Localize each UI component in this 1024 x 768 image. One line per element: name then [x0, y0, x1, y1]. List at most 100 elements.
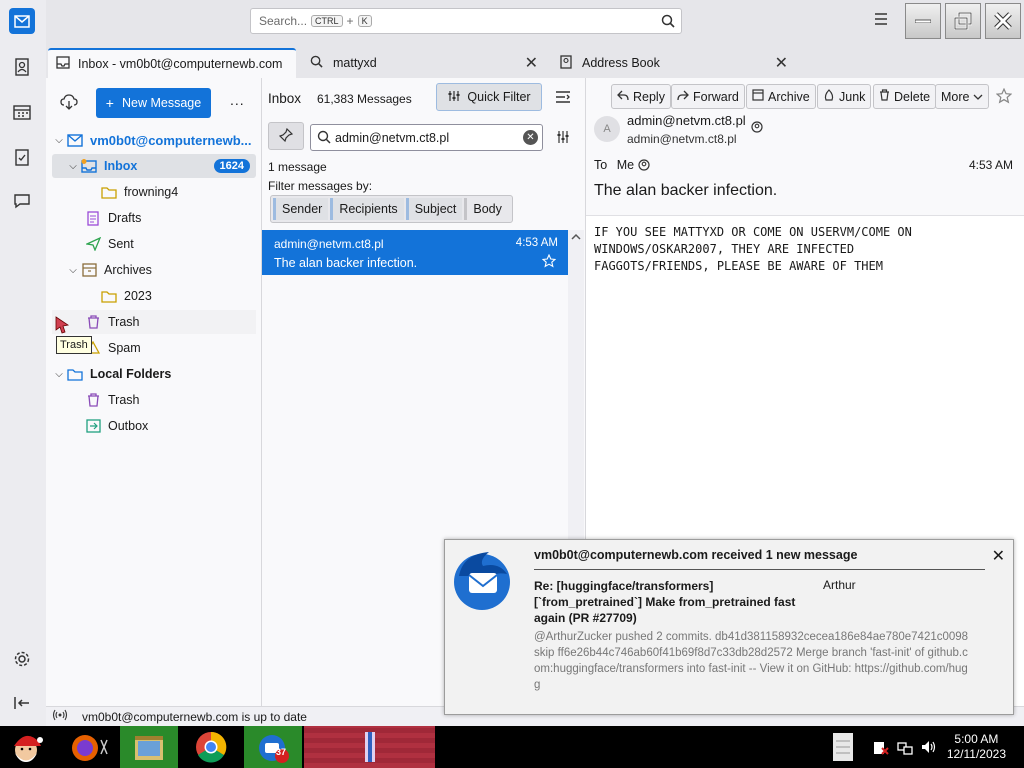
settings-gear-icon[interactable] — [9, 646, 35, 672]
app-menu-icon[interactable] — [874, 13, 888, 28]
new-message-button[interactable]: + New Message — [96, 88, 211, 118]
tasks-icon[interactable] — [9, 144, 35, 170]
file-manager-taskbar-icon[interactable] — [120, 726, 178, 768]
chip-sender[interactable]: Sender — [273, 198, 329, 220]
archive-button[interactable]: Archive — [746, 84, 816, 109]
taskbar: 37 5:00 AM 12/11/2023 — [0, 726, 1024, 768]
chrome-taskbar-icon[interactable] — [182, 726, 240, 768]
tab-label: Address Book — [582, 56, 660, 70]
chat-icon[interactable] — [9, 188, 35, 214]
archive-label: Archive — [768, 89, 810, 104]
trash-icon — [879, 89, 890, 104]
notification-subject: Re: [huggingface/transformers] [`from_pr… — [534, 579, 796, 625]
folder-archives[interactable]: ⌵ Archives — [52, 258, 256, 282]
folder-pane-more-button[interactable]: ... — [230, 92, 245, 108]
message-list-row[interactable]: admin@netvm.ct8.pl 4:53 AM The alan back… — [262, 230, 568, 275]
local-folder-outbox[interactable]: Outbox — [52, 414, 256, 438]
local-folder-trash[interactable]: Trash — [52, 388, 256, 412]
search-icon — [661, 14, 675, 31]
close-icon[interactable]: ✕ — [992, 546, 1005, 566]
folder-frowning4[interactable]: frowning4 — [52, 180, 256, 204]
notification-title: vm0b0t@computernewb.com received 1 new m… — [534, 548, 858, 562]
chip-recipients[interactable]: Recipients — [330, 198, 404, 220]
get-messages-icon[interactable] — [60, 94, 78, 113]
quick-filter-text-input[interactable]: admin@netvm.ct8.pl ✕ — [310, 124, 543, 151]
global-search-input[interactable]: Search... CTRL + K — [250, 8, 682, 34]
tab-bar: Inbox - vm0b0t@computernewb.com mattyxd … — [46, 44, 1024, 78]
archive-icon — [80, 262, 98, 278]
thunderbird-taskbar-icon[interactable]: 37 — [244, 726, 302, 768]
online-status-icon[interactable] — [52, 709, 68, 724]
tooltip: Trash — [56, 336, 92, 354]
restore-button[interactable] — [945, 3, 981, 39]
tab-label: Inbox - vm0b0t@computernewb.com — [78, 57, 283, 71]
account-mail-icon — [66, 132, 84, 148]
delete-button[interactable]: Delete — [873, 84, 937, 109]
chip-body[interactable]: Body — [464, 198, 508, 220]
display-options-icon[interactable] — [555, 90, 571, 107]
sender-name[interactable]: admin@netvm.ct8.pl — [627, 113, 746, 128]
network-icon[interactable] — [896, 726, 914, 768]
search-tab-icon — [310, 55, 323, 71]
to-label: To — [594, 158, 608, 172]
notification-preview: @ArthurZucker pushed 2 commits. db41d381… — [534, 631, 969, 691]
message-header: Reply Forward Archive Junk Delete More A… — [586, 78, 1024, 216]
firefox-taskbar-icon[interactable] — [58, 726, 116, 768]
close-window-button[interactable] — [985, 3, 1021, 39]
volume-icon[interactable] — [920, 726, 938, 768]
folder-icon — [100, 184, 118, 200]
local-folders-row[interactable]: ⌵ Local Folders — [52, 362, 256, 386]
folder-label: frowning4 — [124, 185, 179, 199]
drafts-icon — [84, 210, 102, 226]
chevron-down-icon — [973, 90, 983, 104]
start-button-santa-icon[interactable] — [4, 726, 48, 768]
close-tab-icon[interactable]: ✕ — [775, 53, 788, 73]
archive-icon — [752, 89, 764, 104]
close-tab-icon[interactable]: ✕ — [525, 53, 538, 73]
search-icon — [317, 130, 331, 147]
taskbar-window-button[interactable] — [304, 726, 435, 768]
reply-button[interactable]: Reply — [611, 84, 671, 109]
sender-address: admin@netvm.ct8.pl — [627, 132, 737, 146]
sticky-filter-button[interactable] — [268, 122, 304, 150]
clock-time: 5:00 AM — [954, 732, 999, 746]
shortcut-mod-key: CTRL — [311, 15, 343, 27]
forward-button[interactable]: Forward — [671, 84, 745, 109]
more-button[interactable]: More — [935, 84, 990, 109]
collapse-spaces-icon[interactable] — [9, 690, 35, 716]
recipient-line: To Me — [594, 158, 650, 172]
filter-options-icon[interactable] — [556, 130, 570, 147]
address-book-icon[interactable] — [9, 54, 35, 80]
junk-button[interactable]: Junk — [817, 84, 872, 109]
star-icon[interactable] — [995, 87, 1013, 107]
star-icon[interactable] — [541, 253, 557, 271]
trash-icon — [84, 314, 102, 330]
calendar-icon[interactable] — [9, 99, 35, 125]
folder-title: Inbox — [268, 91, 302, 106]
to-value[interactable]: Me — [617, 158, 634, 172]
folder-inbox[interactable]: ⌵ Inbox 1624 — [52, 154, 256, 178]
message-subject: The alan backer infection. — [594, 182, 778, 199]
tab-address-book[interactable]: Address Book ✕ — [552, 48, 794, 78]
status-text: vm0b0t@computernewb.com is up to date — [82, 709, 307, 724]
chip-subject[interactable]: Subject — [405, 198, 463, 220]
spaces-toolbar — [0, 0, 46, 726]
system-clock[interactable]: 5:00 AM 12/11/2023 — [947, 732, 1006, 762]
security-alert-icon[interactable] — [872, 726, 890, 768]
show-desktop-button[interactable] — [832, 726, 854, 768]
folder-sent[interactable]: Sent — [52, 232, 256, 256]
mail-icon[interactable] — [9, 8, 35, 34]
clear-filter-icon[interactable]: ✕ — [523, 130, 538, 145]
tab-inbox[interactable]: Inbox - vm0b0t@computernewb.com — [48, 48, 296, 78]
filter-result-count: 1 message — [268, 160, 327, 174]
folder-drafts[interactable]: Drafts — [52, 206, 256, 230]
new-mail-notification[interactable]: vm0b0t@computernewb.com received 1 new m… — [444, 539, 1014, 715]
quick-filter-button[interactable]: Quick Filter — [436, 83, 542, 111]
account-row[interactable]: ⌵ vm0b0t@computernewb... — [52, 128, 256, 152]
folder-trash[interactable]: Trash — [52, 310, 256, 334]
minimize-button[interactable] — [905, 3, 941, 39]
new-message-label: New Message — [121, 96, 202, 110]
contact-icon[interactable] — [751, 121, 763, 136]
folder-2023[interactable]: 2023 — [52, 284, 256, 308]
tab-search-mattyxd[interactable]: mattyxd ✕ — [302, 48, 544, 78]
